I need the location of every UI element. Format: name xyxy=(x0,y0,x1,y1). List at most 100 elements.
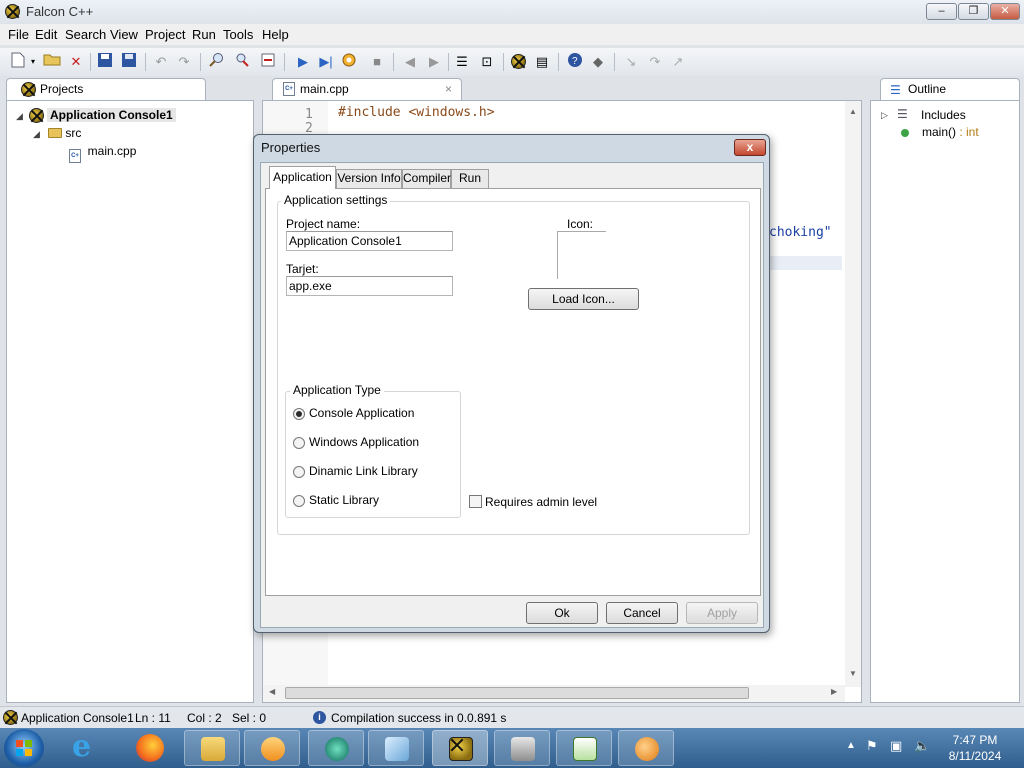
find-icon[interactable] xyxy=(207,52,227,72)
volume-icon[interactable]: 🔈 xyxy=(914,738,930,754)
maximize-button[interactable]: ❐ xyxy=(958,3,989,20)
packages-icon[interactable]: ◆ xyxy=(588,52,608,72)
close-window-button[interactable]: ✕ xyxy=(990,3,1020,20)
close-tab-icon[interactable]: × xyxy=(445,79,452,99)
scroll-right-icon[interactable]: ▶ xyxy=(831,687,837,696)
menu-run[interactable]: Run xyxy=(192,27,216,42)
internet-explorer-icon[interactable]: e xyxy=(72,732,91,762)
cancel-button[interactable]: Cancel xyxy=(606,602,678,624)
save-all-icon[interactable] xyxy=(119,52,139,72)
replace-icon[interactable] xyxy=(232,52,252,72)
window-title: Falcon C++ xyxy=(26,4,94,19)
list-icon[interactable]: ☰ xyxy=(452,52,472,72)
network-icon[interactable]: ▣ xyxy=(890,738,902,754)
target-input[interactable] xyxy=(286,276,453,296)
requires-admin-label[interactable]: Requires admin level xyxy=(485,495,597,509)
static-library-label[interactable]: Static Library xyxy=(309,493,379,507)
goto-icon[interactable] xyxy=(258,52,278,72)
firefox-icon[interactable] xyxy=(136,734,164,762)
outline-main-function[interactable]: main() : int xyxy=(922,125,979,139)
tray-arrow-icon[interactable]: ▲ xyxy=(846,740,856,751)
open-folder-icon[interactable] xyxy=(42,52,62,72)
falcon-icon[interactable] xyxy=(511,54,526,69)
back-icon[interactable]: ◀ xyxy=(400,52,420,72)
dynamic-link-library-label[interactable]: Dinamic Link Library xyxy=(309,464,418,478)
function-type: : int xyxy=(956,125,979,139)
build-icon[interactable] xyxy=(339,52,359,72)
scroll-up-icon[interactable]: ▲ xyxy=(849,107,857,116)
app-task-2[interactable] xyxy=(368,730,424,766)
clock-time[interactable]: 7:47 PM xyxy=(950,733,1000,747)
vertical-scrollbar[interactable]: ▲ ▼ xyxy=(845,101,861,687)
windows-application-label[interactable]: Windows Application xyxy=(309,435,419,449)
run-icon[interactable]: ▶ xyxy=(293,52,313,72)
project-name-input[interactable] xyxy=(286,231,453,251)
requires-admin-checkbox[interactable] xyxy=(469,495,482,508)
radio-static-library[interactable] xyxy=(293,495,305,507)
tab-compiler[interactable]: Compiler xyxy=(402,169,451,188)
outline-includes[interactable]: Includes xyxy=(921,108,966,122)
save-icon[interactable] xyxy=(95,52,115,72)
redo-icon[interactable]: ↷ xyxy=(174,52,194,72)
debug3-icon[interactable]: ↗ xyxy=(668,52,688,72)
new-file-icon[interactable] xyxy=(8,52,28,72)
menu-search[interactable]: Search xyxy=(65,27,106,42)
apply-button[interactable]: Apply xyxy=(686,602,758,624)
tab-outline[interactable]: ☰ Outline xyxy=(880,78,1020,100)
app-task-1[interactable] xyxy=(308,730,364,766)
toolbar-separator xyxy=(393,53,394,71)
tree-file-main[interactable]: C+ main.cpp xyxy=(69,144,136,163)
search-task[interactable] xyxy=(618,730,674,766)
scroll-down-icon[interactable]: ▼ xyxy=(849,669,857,678)
expand-arrow-icon[interactable]: ◢ xyxy=(33,129,40,140)
scroll-thumb[interactable] xyxy=(285,687,749,699)
radio-console-application[interactable] xyxy=(293,408,305,420)
properties-icon[interactable]: ▤ xyxy=(532,52,552,72)
collapse-arrow-icon[interactable]: ▷ xyxy=(881,110,888,121)
minimize-button[interactable]: – xyxy=(926,3,957,20)
expand-arrow-icon[interactable]: ◢ xyxy=(16,111,23,122)
falcon-task[interactable] xyxy=(432,730,488,766)
debug1-icon[interactable]: ↘ xyxy=(621,52,641,72)
tab-version-info[interactable]: Version Info xyxy=(336,169,402,188)
menu-edit[interactable]: Edit xyxy=(35,27,57,42)
toolbar-separator xyxy=(90,53,91,71)
dialog-close-button[interactable]: x xyxy=(734,139,766,156)
includes-icon: ☰ xyxy=(897,107,908,121)
console-application-label[interactable]: Console Application xyxy=(309,406,414,420)
menu-project[interactable]: Project xyxy=(145,27,185,42)
debug2-icon[interactable]: ↷ xyxy=(645,52,665,72)
clock-date[interactable]: 8/11/2024 xyxy=(944,749,1006,763)
tree-project-root[interactable]: Application Console1 xyxy=(47,108,176,122)
start-button[interactable] xyxy=(4,729,44,767)
menu-view[interactable]: View xyxy=(110,27,138,42)
dropdown-arrow-icon[interactable]: ▾ xyxy=(28,52,38,72)
step-icon[interactable]: ▶| xyxy=(316,52,336,72)
radio-windows-application[interactable] xyxy=(293,437,305,449)
menu-tools[interactable]: Tools xyxy=(223,27,253,42)
tab-projects[interactable]: Projects xyxy=(6,78,206,100)
flag-icon[interactable]: ⚑ xyxy=(866,738,878,754)
tab-application[interactable]: Application xyxy=(269,166,336,189)
media-player-task[interactable] xyxy=(244,730,300,766)
menu-file[interactable]: File xyxy=(8,27,29,42)
outline-tab-label: Outline xyxy=(908,82,947,96)
load-icon-button[interactable]: Load Icon... xyxy=(528,288,639,310)
tree-folder-src[interactable]: src xyxy=(48,126,81,140)
app-task-3[interactable] xyxy=(494,730,550,766)
stop-icon[interactable]: ■ xyxy=(367,52,387,72)
horizontal-scrollbar[interactable]: ◀ ▶ xyxy=(263,685,845,702)
undo-icon[interactable]: ↶ xyxy=(151,52,171,72)
menu-help[interactable]: Help xyxy=(262,27,289,42)
tab-main-cpp[interactable]: C+ main.cpp × xyxy=(272,78,462,100)
help-icon[interactable]: ? xyxy=(565,52,585,72)
tab-run[interactable]: Run xyxy=(451,169,489,188)
delete-icon[interactable]: ✕ xyxy=(66,52,86,72)
scroll-left-icon[interactable]: ◀ xyxy=(269,687,275,696)
bookmark-icon[interactable]: ⊡ xyxy=(477,52,497,72)
radio-dynamic-link-library[interactable] xyxy=(293,466,305,478)
explorer-task[interactable] xyxy=(184,730,240,766)
ok-button[interactable]: Ok xyxy=(526,602,598,624)
forward-icon[interactable]: ▶ xyxy=(424,52,444,72)
app-task-4[interactable] xyxy=(556,730,612,766)
